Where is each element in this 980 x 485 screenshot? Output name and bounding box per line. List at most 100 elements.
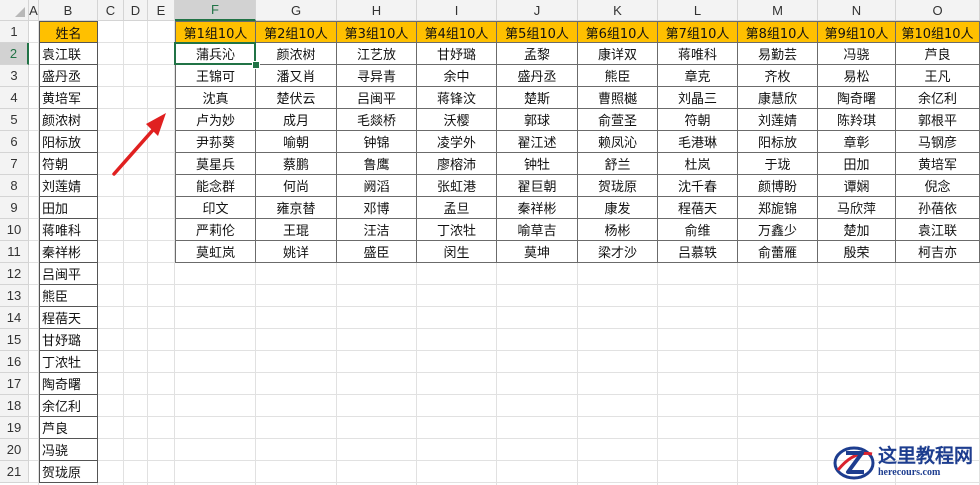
- row-header-7[interactable]: 7: [0, 153, 29, 175]
- group-member-cell[interactable]: 万鑫少: [738, 219, 818, 241]
- row-header-16[interactable]: 16: [0, 351, 29, 373]
- name-cell[interactable]: 程蓓天: [39, 307, 98, 329]
- name-cell[interactable]: 贺珑原: [39, 461, 98, 483]
- row-header-15[interactable]: 15: [0, 329, 29, 351]
- column-header-g[interactable]: G: [256, 0, 337, 21]
- column-header-a[interactable]: A: [29, 0, 39, 21]
- row-header-13[interactable]: 13: [0, 285, 29, 307]
- group-member-cell[interactable]: 黄培军: [896, 153, 980, 175]
- group-member-cell[interactable]: 章克: [658, 65, 738, 87]
- group-member-cell[interactable]: 易勤芸: [738, 43, 818, 65]
- row-header-2[interactable]: 2: [0, 43, 29, 65]
- column-header-i[interactable]: I: [417, 0, 497, 21]
- group-member-cell[interactable]: 潘又肖: [256, 65, 337, 87]
- column-header-f[interactable]: F: [175, 0, 256, 21]
- name-cell[interactable]: 余亿利: [39, 395, 98, 417]
- group-header[interactable]: 第7组10人: [658, 21, 738, 43]
- row-header-11[interactable]: 11: [0, 241, 29, 263]
- name-column-header[interactable]: 姓名: [39, 21, 98, 43]
- row-header-9[interactable]: 9: [0, 197, 29, 219]
- group-member-cell[interactable]: 吕闽平: [337, 87, 417, 109]
- group-member-cell[interactable]: 何尚: [256, 175, 337, 197]
- group-member-cell[interactable]: 王凡: [896, 65, 980, 87]
- name-cell[interactable]: 盛丹丞: [39, 65, 98, 87]
- name-cell[interactable]: 熊臣: [39, 285, 98, 307]
- group-member-cell[interactable]: 章彰: [818, 131, 896, 153]
- group-member-cell[interactable]: 舒兰: [578, 153, 658, 175]
- group-member-cell[interactable]: 尹荪葵: [175, 131, 256, 153]
- group-member-cell[interactable]: 郭球: [497, 109, 578, 131]
- group-member-cell[interactable]: 康慧欣: [738, 87, 818, 109]
- group-member-cell[interactable]: 江艺放: [337, 43, 417, 65]
- group-member-cell[interactable]: 毛燚桥: [337, 109, 417, 131]
- group-member-cell[interactable]: 孟黎: [497, 43, 578, 65]
- group-header[interactable]: 第4组10人: [417, 21, 497, 43]
- group-member-cell[interactable]: 钟牡: [497, 153, 578, 175]
- group-member-cell[interactable]: 熊臣: [578, 65, 658, 87]
- name-cell[interactable]: 陶奇曙: [39, 373, 98, 395]
- group-member-cell[interactable]: 闵生: [417, 241, 497, 263]
- name-cell[interactable]: 冯骁: [39, 439, 98, 461]
- group-member-cell[interactable]: 蒋唯科: [658, 43, 738, 65]
- group-member-cell[interactable]: 姚详: [256, 241, 337, 263]
- group-member-cell[interactable]: 于珑: [738, 153, 818, 175]
- group-member-cell[interactable]: 俞萱圣: [578, 109, 658, 131]
- group-member-cell[interactable]: 翟巨朝: [497, 175, 578, 197]
- group-member-cell[interactable]: 梁才沙: [578, 241, 658, 263]
- name-cell[interactable]: 袁江联: [39, 43, 98, 65]
- group-member-cell[interactable]: 阳标放: [738, 131, 818, 153]
- column-header-d[interactable]: D: [124, 0, 148, 21]
- group-header[interactable]: 第9组10人: [818, 21, 896, 43]
- name-cell[interactable]: 刘莲婧: [39, 175, 98, 197]
- group-header[interactable]: 第5组10人: [497, 21, 578, 43]
- group-member-cell[interactable]: 蔡鹏: [256, 153, 337, 175]
- group-member-cell[interactable]: 陈羚琪: [818, 109, 896, 131]
- group-header[interactable]: 第3组10人: [337, 21, 417, 43]
- group-member-cell[interactable]: 郑旎锦: [738, 197, 818, 219]
- column-header-h[interactable]: H: [337, 0, 417, 21]
- group-member-cell[interactable]: 吕慕轶: [658, 241, 738, 263]
- group-member-cell[interactable]: 严莉伦: [175, 219, 256, 241]
- group-member-cell[interactable]: 符朝: [658, 109, 738, 131]
- name-cell[interactable]: 丁浓牡: [39, 351, 98, 373]
- group-member-cell[interactable]: 沃樱: [417, 109, 497, 131]
- row-header-17[interactable]: 17: [0, 373, 29, 395]
- group-member-cell[interactable]: 廖榕沛: [417, 153, 497, 175]
- row-header-5[interactable]: 5: [0, 109, 29, 131]
- group-member-cell[interactable]: 印文: [175, 197, 256, 219]
- group-header[interactable]: 第1组10人: [175, 21, 256, 43]
- group-member-cell[interactable]: 赖凤沁: [578, 131, 658, 153]
- fill-handle[interactable]: [252, 61, 260, 69]
- group-member-cell[interactable]: 凌学外: [417, 131, 497, 153]
- row-header-19[interactable]: 19: [0, 417, 29, 439]
- group-member-cell[interactable]: 孙蓓依: [896, 197, 980, 219]
- group-member-cell[interactable]: 莫坤: [497, 241, 578, 263]
- name-cell[interactable]: 阳标放: [39, 131, 98, 153]
- group-member-cell[interactable]: 蒲兵沁: [175, 43, 256, 65]
- column-header-c[interactable]: C: [98, 0, 124, 21]
- row-header-20[interactable]: 20: [0, 439, 29, 461]
- group-member-cell[interactable]: 盛臣: [337, 241, 417, 263]
- row-header-10[interactable]: 10: [0, 219, 29, 241]
- group-member-cell[interactable]: 贺珑原: [578, 175, 658, 197]
- group-member-cell[interactable]: 刘晶三: [658, 87, 738, 109]
- group-member-cell[interactable]: 王锦可: [175, 65, 256, 87]
- column-header-l[interactable]: L: [658, 0, 738, 21]
- row-header-18[interactable]: 18: [0, 395, 29, 417]
- group-member-cell[interactable]: 汪洁: [337, 219, 417, 241]
- row-header-6[interactable]: 6: [0, 131, 29, 153]
- group-member-cell[interactable]: 易松: [818, 65, 896, 87]
- group-member-cell[interactable]: 田加: [818, 153, 896, 175]
- name-cell[interactable]: 蒋唯科: [39, 219, 98, 241]
- group-member-cell[interactable]: 冯骁: [818, 43, 896, 65]
- row-header-12[interactable]: 12: [0, 263, 29, 285]
- group-member-cell[interactable]: 楚加: [818, 219, 896, 241]
- group-member-cell[interactable]: 莫星兵: [175, 153, 256, 175]
- group-member-cell[interactable]: 卢为妙: [175, 109, 256, 131]
- group-member-cell[interactable]: 颜浓树: [256, 43, 337, 65]
- group-member-cell[interactable]: 丁浓牡: [417, 219, 497, 241]
- group-member-cell[interactable]: 沈千春: [658, 175, 738, 197]
- group-member-cell[interactable]: 马钢彦: [896, 131, 980, 153]
- group-member-cell[interactable]: 钟锦: [337, 131, 417, 153]
- group-member-cell[interactable]: 喻朝: [256, 131, 337, 153]
